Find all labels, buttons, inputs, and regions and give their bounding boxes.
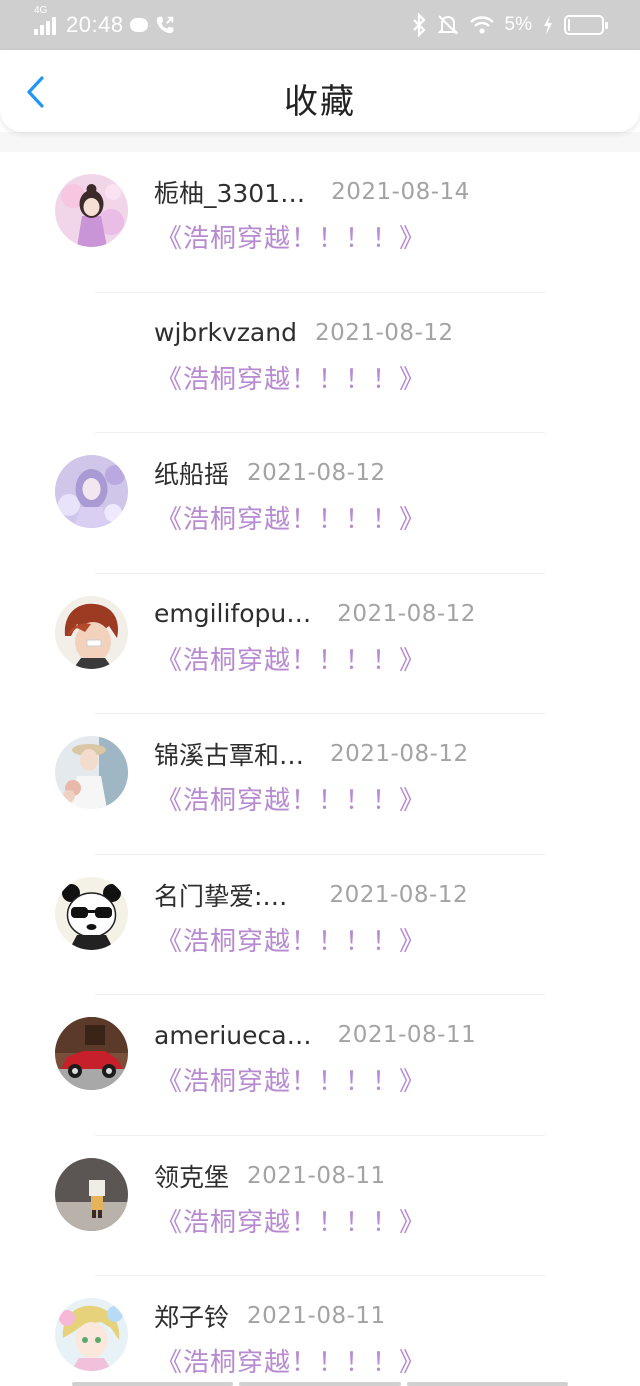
username: 名门挚爱:… xyxy=(154,881,288,911)
favorite-item[interactable]: wjbrkvzand 2021-08-12 《浩桐穿越！！！！》 xyxy=(0,293,640,433)
story-title-link[interactable]: 《浩桐穿越！！！！》 xyxy=(156,499,426,536)
favorite-item[interactable]: 栀柚_3301… 2021-08-14 《浩桐穿越！！！！》 xyxy=(0,152,640,293)
username: 领克堡 xyxy=(154,1162,230,1192)
avatar[interactable] xyxy=(55,1157,128,1231)
favorite-date: 2021-08-12 xyxy=(329,881,469,908)
clock: 20:48 xyxy=(66,12,124,37)
mute-icon xyxy=(437,15,458,35)
favorite-date: 2021-08-12 xyxy=(247,460,386,486)
avatar[interactable] xyxy=(55,595,128,669)
favorite-item[interactable]: 锦溪古覃和… 2021-08-12 《浩桐穿越！！！！》 xyxy=(0,714,640,855)
username: wjbrkvzand xyxy=(154,318,297,347)
favorite-item[interactable]: 纸船摇 2021-08-12 《浩桐穿越！！！！》 xyxy=(0,433,640,574)
story-title-link[interactable]: 《浩桐穿越！！！！》 xyxy=(156,780,426,817)
battery-icon xyxy=(564,15,608,35)
network-type: 4G xyxy=(34,5,48,16)
favorite-date: 2021-08-12 xyxy=(330,741,469,767)
scroll-hint-bar xyxy=(72,1382,568,1386)
favorite-date: 2021-08-14 xyxy=(331,179,470,205)
favorite-date: 2021-08-12 xyxy=(337,600,476,627)
story-title-link[interactable]: 《浩桐穿越！！！！》 xyxy=(156,218,426,255)
story-title-link[interactable]: 《浩桐穿越！！！！》 xyxy=(156,1342,426,1379)
story-title-link[interactable]: 《浩桐穿越！！！！》 xyxy=(156,921,426,958)
avatar[interactable] xyxy=(55,1298,128,1371)
header-divider-strip xyxy=(0,132,640,152)
story-title-link[interactable]: 《浩桐穿越！！！！》 xyxy=(156,640,426,677)
page-title: 收藏 xyxy=(284,82,356,122)
charging-icon xyxy=(544,15,552,35)
favorite-item[interactable]: 领克堡 2021-08-11 《浩桐穿越！！！！》 xyxy=(0,1136,640,1276)
wifi-icon xyxy=(469,16,494,34)
favorite-date: 2021-08-12 xyxy=(314,319,454,346)
chat-badge-icon xyxy=(129,18,148,32)
favorite-item[interactable]: emgilifopu… 2021-08-12 《浩桐穿越！！！！》 xyxy=(0,574,640,714)
status-left: 4G 20:48 xyxy=(34,6,176,39)
bluetooth-icon xyxy=(412,13,426,37)
favorite-item[interactable]: 郑子铃 2021-08-11 《浩桐穿越！！！！》 xyxy=(0,1276,640,1386)
username: 锦溪古覃和… xyxy=(154,741,305,770)
story-title-link[interactable]: 《浩桐穿越！！！！》 xyxy=(156,359,426,396)
nav-header: 收藏 xyxy=(0,50,640,132)
favorite-date: 2021-08-11 xyxy=(247,1162,386,1189)
favorites-list: 栀柚_3301… 2021-08-14 《浩桐穿越！！！！》 wjbrkvzan… xyxy=(0,152,640,1386)
avatar[interactable] xyxy=(55,455,128,528)
signal-icon: 4G xyxy=(34,6,60,35)
username: 郑子铃 xyxy=(154,1303,230,1332)
favorite-item[interactable]: ameriueca… 2021-08-11 《浩桐穿越！！！！》 xyxy=(0,995,640,1136)
phone-icon xyxy=(156,16,173,34)
avatar[interactable] xyxy=(55,736,128,809)
avatar[interactable] xyxy=(55,876,128,950)
favorite-item[interactable]: 名门挚爱:… 2021-08-12 《浩桐穿越！！！！》 xyxy=(0,855,640,995)
story-title-link[interactable]: 《浩桐穿越！！！！》 xyxy=(156,1202,426,1239)
avatar[interactable] xyxy=(55,174,128,247)
avatar[interactable] xyxy=(55,1017,128,1090)
favorite-date: 2021-08-11 xyxy=(337,1022,477,1048)
username: 栀柚_3301… xyxy=(154,179,306,208)
battery-percent: 5% xyxy=(504,14,532,35)
username: 纸船摇 xyxy=(154,460,230,489)
avatar[interactable] xyxy=(55,314,128,388)
favorite-date: 2021-08-11 xyxy=(247,1303,386,1329)
username: ameriueca… xyxy=(154,1020,312,1050)
status-bar: 4G 20:48 5% xyxy=(0,0,640,50)
status-right: 5% xyxy=(411,11,608,39)
story-title-link[interactable]: 《浩桐穿越！！！！》 xyxy=(156,1061,426,1098)
username: emgilifopu… xyxy=(154,599,312,628)
